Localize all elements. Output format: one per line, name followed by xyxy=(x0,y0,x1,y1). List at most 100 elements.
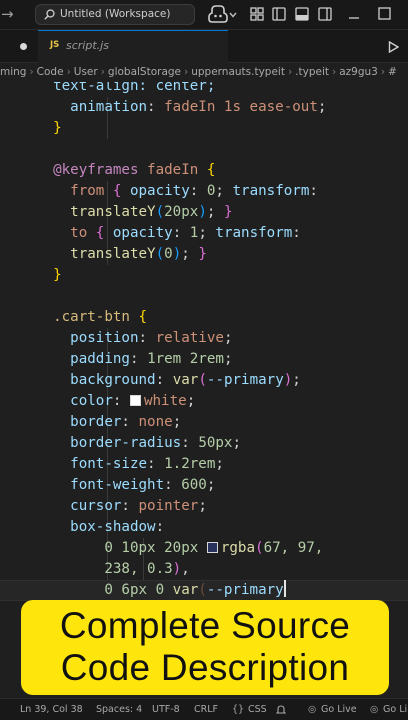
code-token: ; xyxy=(206,477,216,493)
code-line[interactable]: position: relative; xyxy=(36,328,232,349)
breadcrumb-item[interactable]: ming xyxy=(0,66,26,78)
go-live-button-2[interactable]: Go Li xyxy=(383,699,407,720)
code-line[interactable]: } xyxy=(36,118,62,139)
code-token: 238, 0.3 xyxy=(36,561,173,577)
code-token: ( xyxy=(198,582,207,598)
breadcrumb-item[interactable]: User xyxy=(74,66,98,78)
code-line[interactable]: box-shadow: xyxy=(36,517,164,538)
breadcrumb-item[interactable]: Code xyxy=(37,66,64,78)
code-token: box-shadow xyxy=(36,519,156,535)
toggle-panel-icon[interactable] xyxy=(295,7,309,21)
code-token: white xyxy=(143,393,187,409)
code-token: ( xyxy=(155,204,165,220)
code-editor[interactable]: text-align: center; animation: fadeIn 1s… xyxy=(0,82,408,602)
language-mode[interactable]: CSS xyxy=(248,699,267,720)
editor-tab-bar: JS script.js xyxy=(0,30,408,63)
breadcrumb-separator: › xyxy=(287,66,293,78)
breadcrumb-separator: › xyxy=(380,66,386,78)
code-token: : xyxy=(189,183,207,199)
code-token: ; xyxy=(186,393,196,409)
unsaved-dot-icon[interactable] xyxy=(20,43,27,50)
customize-layout-icon[interactable] xyxy=(250,7,264,21)
code-line[interactable]: @keyframes fadeIn { xyxy=(36,160,215,181)
tab-script-js[interactable]: JS script.js xyxy=(38,30,228,63)
breadcrumb-item[interactable]: az9gu3 xyxy=(339,66,378,78)
code-token: pointer xyxy=(138,498,199,514)
code-token: { xyxy=(112,183,130,199)
toggle-secondary-sidebar-icon[interactable] xyxy=(318,7,332,21)
code-token: ; xyxy=(206,204,224,220)
code-token: : xyxy=(129,351,148,367)
line-ending[interactable]: CRLF xyxy=(194,699,218,720)
code-token: text-align: center; xyxy=(36,82,216,94)
code-token: ; xyxy=(223,330,233,346)
run-icon[interactable] xyxy=(388,41,399,53)
code-line[interactable]: 0 6px 0 var(--primary xyxy=(36,580,286,601)
code-token: ; xyxy=(215,183,233,199)
breadcrumb-item[interactable]: .typeit xyxy=(295,66,329,78)
indentation[interactable]: Spaces: 4 xyxy=(96,699,142,720)
code-token: 0 6px 0 xyxy=(36,582,173,598)
code-token: translateY xyxy=(70,246,156,262)
code-line[interactable]: translateY(20px); } xyxy=(36,202,233,223)
color-swatch[interactable] xyxy=(206,542,218,553)
code-token: rgba xyxy=(220,540,256,556)
code-token: ; xyxy=(317,99,327,115)
code-token: to xyxy=(36,225,96,241)
code-token: relative xyxy=(155,330,224,346)
code-token: ( xyxy=(155,246,165,262)
code-line[interactable]: cursor: pointer; xyxy=(36,496,207,517)
cursor-position[interactable]: Ln 39, Col 38 xyxy=(20,699,83,720)
back-arrow-icon[interactable]: → xyxy=(1,4,14,24)
go-live-button[interactable]: Go Live xyxy=(321,699,357,720)
code-line[interactable]: font-weight: 600; xyxy=(36,475,215,496)
encoding[interactable]: UTF-8 xyxy=(152,699,180,720)
code-token: transform xyxy=(232,183,310,199)
js-file-icon: JS xyxy=(50,40,60,50)
code-line[interactable]: .cart-btn { xyxy=(36,307,147,328)
breadcrumb-item[interactable]: # xyxy=(388,66,397,78)
code-token: background xyxy=(36,372,156,388)
code-line[interactable]: border-radius: 50px; xyxy=(36,433,241,454)
breadcrumb-item[interactable]: uppernauts.typeit xyxy=(191,66,285,78)
broadcast-icon-2: ◎ xyxy=(370,704,379,715)
code-token: ; xyxy=(198,498,207,514)
minimize-icon[interactable] xyxy=(348,10,360,20)
code-token: } xyxy=(223,204,233,220)
code-line[interactable]: color: white; xyxy=(36,391,195,412)
breadcrumb-separator: › xyxy=(100,66,105,78)
notifications-icon[interactable] xyxy=(276,705,286,715)
command-center-search[interactable]: Untitled (Workspace) xyxy=(35,4,195,25)
breadcrumb: ming › Code › User › globalStorage › uppernauts.… xyxy=(0,63,408,82)
code-line[interactable]: 0 10px 20px rgba(67, 97, xyxy=(36,538,323,559)
code-line[interactable]: animation: fadeIn 1s ease-out; xyxy=(36,97,326,118)
title-bar: → Untitled (Workspace) xyxy=(0,0,408,30)
code-token: : xyxy=(155,372,173,388)
code-token: , xyxy=(181,561,190,577)
code-line[interactable]: from { opacity: 0; transform: xyxy=(36,181,318,202)
code-line[interactable]: padding: 1rem 2rem; xyxy=(36,349,232,370)
code-line[interactable]: font-size: 1.2rem; xyxy=(36,454,224,475)
code-token: var xyxy=(172,582,199,598)
code-line[interactable]: } xyxy=(36,265,62,286)
code-token: var xyxy=(172,372,199,388)
code-line[interactable]: border: none; xyxy=(36,412,181,433)
code-line[interactable]: translateY(0); } xyxy=(36,244,207,265)
code-line[interactable]: 238, 0.3), xyxy=(36,559,190,580)
code-token: 600 xyxy=(181,477,207,493)
color-swatch[interactable] xyxy=(129,395,141,406)
maximize-icon[interactable] xyxy=(378,7,391,20)
braces-icon: {} xyxy=(232,704,245,715)
code-line[interactable]: to { opacity: 1; transform: xyxy=(36,223,301,244)
breadcrumb-item[interactable]: globalStorage xyxy=(108,66,181,78)
code-line[interactable]: background: var(--primary); xyxy=(36,370,301,391)
code-token: ; xyxy=(198,225,216,241)
code-token: ( xyxy=(255,540,264,556)
toggle-primary-sidebar-icon[interactable] xyxy=(272,7,286,21)
code-token: fadeIn xyxy=(138,162,207,178)
copilot-icon[interactable] xyxy=(208,5,228,23)
chevron-down-icon[interactable] xyxy=(229,12,237,18)
code-token: 1rem 2rem xyxy=(147,351,224,367)
code-line[interactable]: text-align: center; xyxy=(36,82,215,97)
